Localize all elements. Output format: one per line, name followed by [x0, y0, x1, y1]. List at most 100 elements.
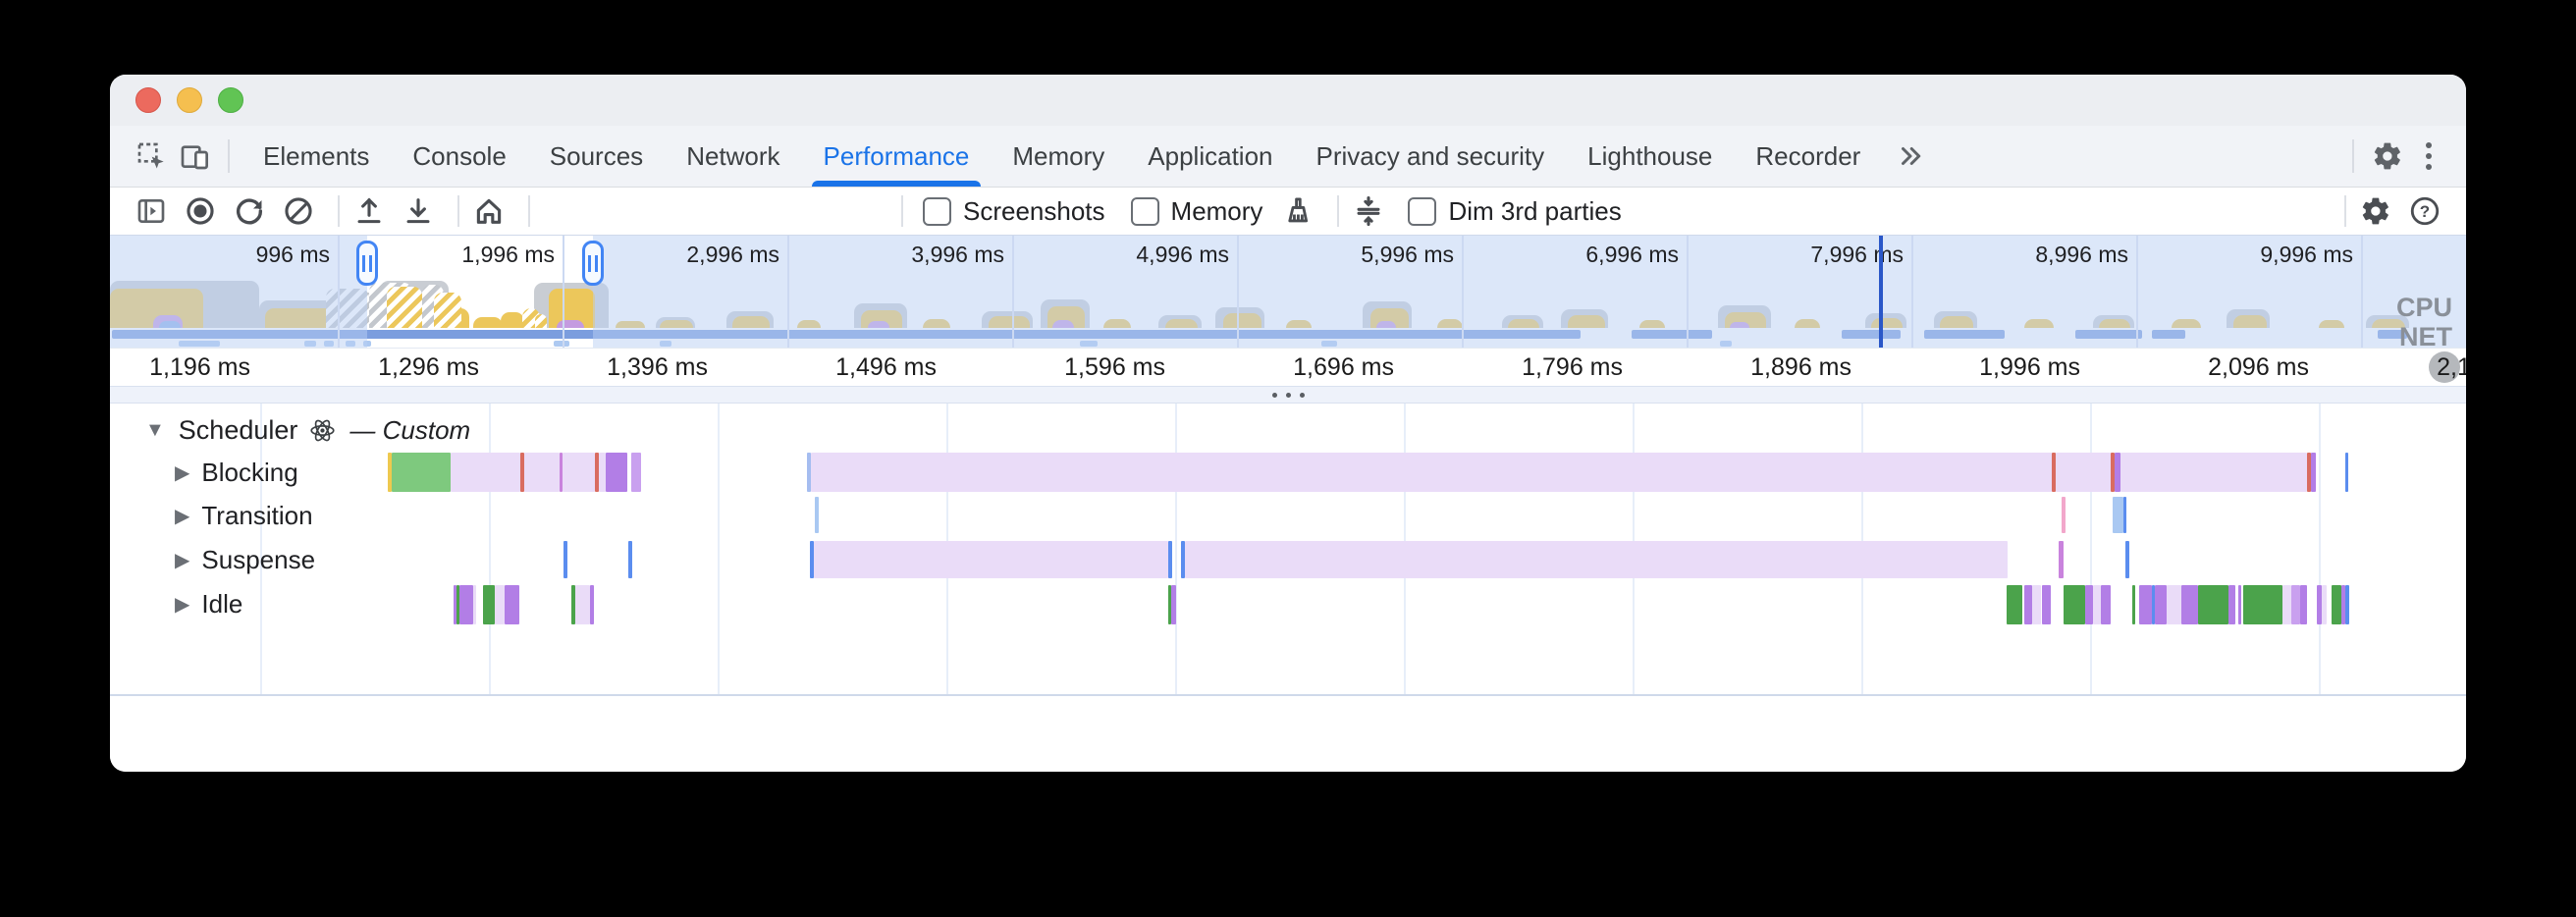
- track-event-bar[interactable]: [2042, 585, 2051, 624]
- track-event-bar[interactable]: [2238, 585, 2241, 624]
- record-icon[interactable]: [181, 191, 220, 231]
- expand-triangle-icon[interactable]: ▶: [175, 460, 189, 485]
- tab-application[interactable]: Application: [1126, 126, 1294, 187]
- track-event-bar[interactable]: [2056, 453, 2111, 492]
- collect-garbage-broom-icon[interactable]: [1278, 191, 1317, 231]
- timeline-overview-pane[interactable]: 996 ms1,996 ms2,996 ms3,996 ms4,996 ms5,…: [110, 235, 2466, 349]
- settings-gear-icon[interactable]: [2366, 135, 2409, 178]
- minimize-window-button[interactable]: [177, 87, 202, 113]
- track-event-bar[interactable]: [1185, 541, 2008, 578]
- track-event-bar[interactable]: [459, 585, 473, 624]
- help-icon[interactable]: ?: [2405, 191, 2444, 231]
- track-event-bar[interactable]: [2228, 585, 2235, 624]
- track-event-bar[interactable]: [2345, 453, 2348, 492]
- capture-settings-gear-icon[interactable]: [2356, 191, 2395, 231]
- clear-icon[interactable]: [279, 191, 318, 231]
- selection-handle-left[interactable]: [356, 241, 378, 286]
- track-row-idle[interactable]: ▶ Idle: [175, 584, 242, 623]
- track-event-bar[interactable]: [495, 585, 505, 624]
- close-window-button[interactable]: [135, 87, 161, 113]
- track-event-bar[interactable]: [2132, 585, 2135, 624]
- tab-console[interactable]: Console: [391, 126, 527, 187]
- track-event-bar[interactable]: [2198, 585, 2228, 624]
- expand-triangle-icon[interactable]: ▶: [175, 548, 189, 572]
- track-event-bar[interactable]: [564, 541, 567, 578]
- upload-profile-icon[interactable]: [349, 191, 389, 231]
- more-options-kebab-icon[interactable]: [2409, 135, 2448, 178]
- more-tabs-button[interactable]: [1882, 141, 1939, 171]
- track-event-bar[interactable]: [2332, 585, 2341, 624]
- collapse-triangle-icon[interactable]: ▼: [145, 419, 165, 442]
- tab-elements[interactable]: Elements: [242, 126, 391, 187]
- track-event-bar[interactable]: [2322, 585, 2327, 624]
- track-event-bar[interactable]: [2062, 497, 2066, 533]
- track-event-bar[interactable]: [451, 453, 520, 492]
- track-row-blocking[interactable]: ▶ Blocking: [175, 453, 298, 492]
- compress-rows-icon[interactable]: [1349, 191, 1388, 231]
- track-event-bar[interactable]: [2291, 585, 2300, 624]
- selection-handle-right[interactable]: [582, 241, 604, 286]
- live-metrics-home-icon[interactable]: [469, 191, 509, 231]
- track-event-bar[interactable]: [1171, 585, 1176, 624]
- tab-lighthouse[interactable]: Lighthouse: [1566, 126, 1734, 187]
- screenshots-checkbox[interactable]: Screenshots: [923, 196, 1105, 227]
- track-event-bar[interactable]: [483, 585, 495, 624]
- track-event-bar[interactable]: [606, 453, 627, 492]
- track-event-bar[interactable]: [2282, 585, 2291, 624]
- zoom-window-button[interactable]: [218, 87, 243, 113]
- track-event-bar[interactable]: [524, 453, 560, 492]
- tab-network[interactable]: Network: [665, 126, 801, 187]
- track-event-bar[interactable]: [473, 585, 476, 624]
- track-event-bar[interactable]: [2167, 585, 2181, 624]
- track-event-bar[interactable]: [815, 497, 819, 533]
- track-event-bar[interactable]: [2311, 453, 2316, 492]
- track-event-bar[interactable]: [2300, 585, 2307, 624]
- track-event-bar[interactable]: [2120, 453, 2307, 492]
- track-event-bar[interactable]: [2007, 585, 2022, 624]
- toggle-sidebar-icon[interactable]: [132, 191, 171, 231]
- expand-triangle-icon[interactable]: ▶: [175, 592, 189, 617]
- track-event-bar[interactable]: [2155, 585, 2167, 624]
- track-event-bar[interactable]: [2064, 585, 2085, 624]
- track-event-bar[interactable]: [2059, 541, 2064, 578]
- track-event-bar[interactable]: [599, 453, 606, 492]
- track-event-bar[interactable]: [2123, 497, 2126, 533]
- tab-memory[interactable]: Memory: [991, 126, 1126, 187]
- track-event-bar[interactable]: [2139, 585, 2152, 624]
- tab-privacy-and-security[interactable]: Privacy and security: [1295, 126, 1567, 187]
- track-event-bar[interactable]: [2085, 585, 2093, 624]
- record-and-reload-icon[interactable]: [230, 191, 269, 231]
- track-event-bar[interactable]: [811, 453, 2052, 492]
- tab-sources[interactable]: Sources: [528, 126, 665, 187]
- track-event-bar[interactable]: [563, 453, 595, 492]
- track-event-bar[interactable]: [2243, 585, 2282, 624]
- inspect-icon[interactable]: [130, 135, 173, 178]
- track-event-bar[interactable]: [590, 585, 594, 624]
- dim-3rd-parties-checkbox[interactable]: Dim 3rd parties: [1408, 196, 1621, 227]
- tab-recorder[interactable]: Recorder: [1734, 126, 1882, 187]
- track-event-bar[interactable]: [392, 453, 451, 492]
- tab-performance[interactable]: Performance: [802, 126, 992, 187]
- download-profile-icon[interactable]: [399, 191, 438, 231]
- track-event-bar[interactable]: [575, 585, 590, 624]
- track-row-suspense[interactable]: ▶ Suspense: [175, 540, 315, 579]
- flamechart-tracks-pane[interactable]: ▼ Scheduler — Custom ▶ Blocking ▶ Transi: [110, 404, 2466, 694]
- track-event-bar[interactable]: [2093, 585, 2101, 624]
- track-event-bar[interactable]: [2181, 585, 2198, 624]
- track-event-bar[interactable]: [631, 453, 641, 492]
- track-event-bar[interactable]: [814, 541, 1168, 578]
- memory-checkbox[interactable]: Memory: [1131, 196, 1263, 227]
- track-event-bar[interactable]: [505, 585, 519, 624]
- track-event-bar[interactable]: [1168, 541, 1172, 578]
- track-event-bar[interactable]: [628, 541, 632, 578]
- track-event-bar[interactable]: [2113, 497, 2123, 533]
- track-event-bar[interactable]: [2345, 585, 2349, 624]
- track-event-bar[interactable]: [2032, 585, 2041, 624]
- device-toolbar-icon[interactable]: [173, 135, 216, 178]
- pane-resize-handle[interactable]: [110, 386, 2466, 404]
- track-group-header[interactable]: ▼ Scheduler — Custom: [145, 411, 470, 449]
- track-event-bar[interactable]: [2101, 585, 2111, 624]
- expand-triangle-icon[interactable]: ▶: [175, 504, 189, 528]
- track-row-transition[interactable]: ▶ Transition: [175, 496, 313, 535]
- track-event-bar[interactable]: [2125, 541, 2129, 578]
